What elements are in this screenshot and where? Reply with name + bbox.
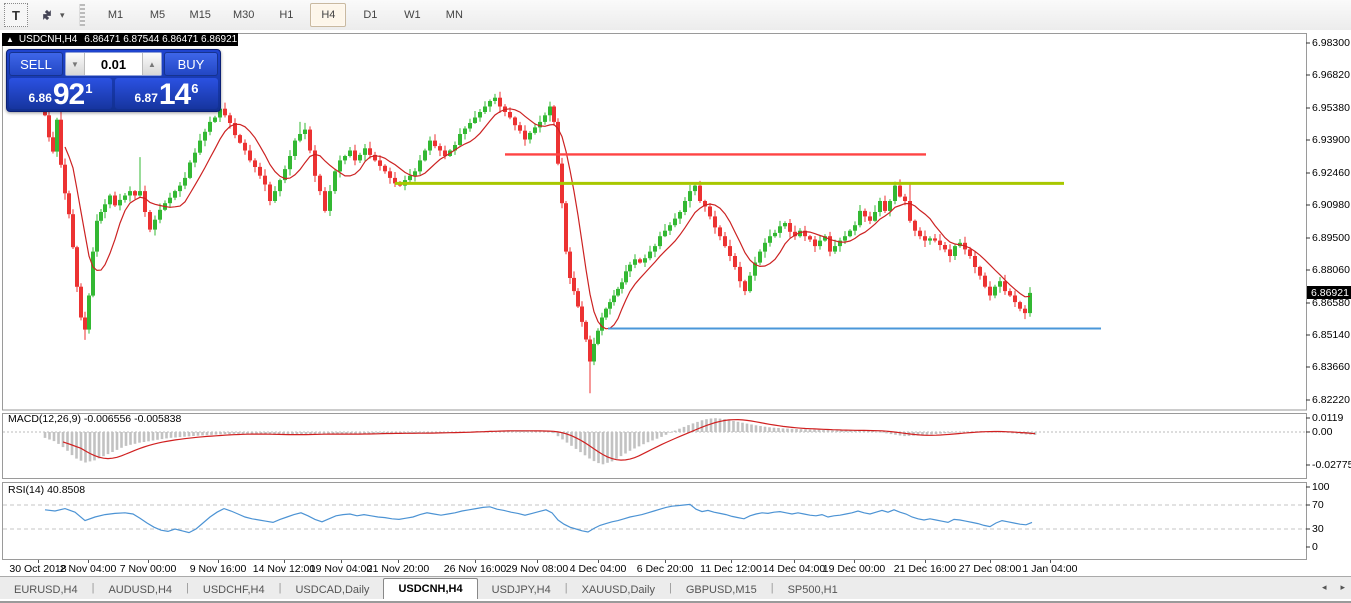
- sell-price-big: 92: [53, 82, 84, 108]
- text-label-tool-icon[interactable]: T: [4, 3, 28, 27]
- toolbar-grip-handle[interactable]: [79, 4, 85, 26]
- current-price-tag: 6.86921: [1307, 286, 1351, 299]
- order-arrows-icon[interactable]: [36, 4, 58, 26]
- tool-dropdown-caret-icon[interactable]: ▾: [60, 10, 65, 21]
- time-axis-label: 19 Nov 04:00: [310, 563, 372, 575]
- volume-value[interactable]: 0.01: [85, 53, 142, 75]
- sell-price-pipette: 1: [85, 81, 92, 96]
- time-axis-label: 14 Dec 04:00: [763, 563, 825, 575]
- volume-increment-button[interactable]: ▲: [142, 53, 161, 75]
- time-axis-label: 21 Nov 20:00: [367, 563, 429, 575]
- chart-tab-sp500-h1[interactable]: SP500,H1: [774, 580, 852, 599]
- top-toolbar: T ▾ M1M5M15M30H1H4D1W1MN: [0, 0, 1351, 31]
- chart-tab-usdcnh-h4[interactable]: USDCNH,H4: [383, 578, 477, 599]
- rsi-axis-tick: 100: [1312, 481, 1330, 493]
- mt4-window: T ▾ M1M5M15M30H1H4D1W1MN ▲ USDCNH,H4 6.8…: [0, 0, 1351, 603]
- time-axis-label: 9 Nov 16:00: [190, 563, 247, 575]
- timeframe-button-w1[interactable]: W1: [394, 3, 430, 27]
- time-axis: 30 Oct 20182 Nov 04:007 Nov 00:00 9 Nov 1…: [0, 560, 1351, 576]
- timeframe-button-m30[interactable]: M30: [225, 3, 262, 27]
- timeframe-button-m15[interactable]: M15: [182, 3, 219, 27]
- sell-button[interactable]: SELL: [9, 52, 63, 76]
- time-axis-label: 1 Jan 04:00: [1023, 563, 1078, 575]
- timeframe-toolbar: M1M5M15M30H1H4D1W1MN: [95, 3, 476, 27]
- time-axis-label: 6 Dec 20:00: [637, 563, 694, 575]
- price-axis-tick: 6.88060: [1312, 264, 1350, 276]
- chart-ohlc-values: 6.86471 6.87544 6.86471 6.86921: [84, 34, 237, 45]
- time-axis-label: 19 Dec 00:00: [823, 563, 885, 575]
- time-axis-label: 21 Dec 16:00: [894, 563, 956, 575]
- price-axis-tick: 6.96820: [1312, 69, 1350, 81]
- price-axis-tick: 6.98300: [1312, 37, 1350, 49]
- timeframe-button-d1[interactable]: D1: [352, 3, 388, 27]
- price-axis-tick: 6.89500: [1312, 232, 1350, 244]
- buy-quote-button[interactable]: 6.87 14 6: [115, 78, 218, 109]
- time-axis-label: 30 Oct 2018: [9, 563, 66, 575]
- tab-scroll-right-icon[interactable]: ▸: [1340, 582, 1345, 593]
- price-axis-tick: 6.83660: [1312, 361, 1350, 373]
- time-axis-label: 2 Nov 04:00: [60, 563, 117, 575]
- timeframe-button-m5[interactable]: M5: [140, 3, 176, 27]
- buy-price-prefix: 6.87: [135, 91, 158, 105]
- collapse-triangle-icon[interactable]: ▲: [6, 35, 14, 44]
- buy-button[interactable]: BUY: [164, 52, 218, 76]
- one-click-trading-panel: SELL ▼ 0.01 ▲ BUY 6.86 92 1 6.87 14 6: [6, 49, 221, 112]
- rsi-axis-tick: 0: [1312, 541, 1318, 553]
- timeframe-button-m1[interactable]: M1: [98, 3, 134, 27]
- price-axis-tick: 6.92460: [1312, 167, 1350, 179]
- time-axis-label: 26 Nov 16:00: [444, 563, 506, 575]
- macd-indicator-label: MACD(12,26,9) -0.006556 -0.005838: [8, 413, 181, 425]
- chart-symbol-title: USDCNH,H4: [19, 34, 77, 45]
- timeframe-button-h4[interactable]: H4: [310, 3, 346, 27]
- chart-tab-gbpusd-m15[interactable]: GBPUSD,M15: [672, 580, 771, 599]
- chart-tab-eurusd-h4[interactable]: EURUSD,H4: [0, 580, 92, 599]
- tab-scroll-arrows: ◂ ▸: [1322, 582, 1345, 593]
- macd-axis-tick: 0.00: [1312, 426, 1332, 438]
- tab-scroll-left-icon[interactable]: ◂: [1322, 582, 1327, 593]
- macd-axis-tick: 0.0119: [1312, 412, 1343, 424]
- time-axis-label: 27 Dec 08:00: [959, 563, 1021, 575]
- price-axis-tick: 6.95380: [1312, 102, 1350, 114]
- chart-tab-xauusd-daily[interactable]: XAUUSD,Daily: [568, 580, 669, 599]
- price-axis-tick: 6.90980: [1312, 199, 1350, 211]
- timeframe-button-h1[interactable]: H1: [268, 3, 304, 27]
- chart-window: ▲ USDCNH,H4 6.86471 6.87544 6.86471 6.86…: [0, 30, 1351, 560]
- chart-tab-bar: EURUSD,H4|AUDUSD,H4|USDCHF,H4|USDCAD,Dai…: [0, 576, 1351, 599]
- macd-axis-tick: -0.027754: [1312, 459, 1351, 471]
- time-axis-label: 14 Nov 12:00: [253, 563, 315, 575]
- price-axis-tick: 6.93900: [1312, 134, 1350, 146]
- sell-quote-button[interactable]: 6.86 92 1: [9, 78, 112, 109]
- rsi-axis-tick: 30: [1312, 523, 1324, 535]
- timeframe-button-mn[interactable]: MN: [436, 3, 472, 27]
- price-axis-tick: 6.85140: [1312, 329, 1350, 341]
- volume-stepper: ▼ 0.01 ▲: [65, 52, 162, 76]
- chart-tab-usdjpy-h4[interactable]: USDJPY,H4: [478, 580, 565, 599]
- price-axis-tick: 6.82220: [1312, 394, 1350, 406]
- sell-price-prefix: 6.86: [29, 91, 52, 105]
- volume-decrement-button[interactable]: ▼: [66, 53, 85, 75]
- time-axis-label: 7 Nov 00:00: [120, 563, 177, 575]
- time-axis-label: 11 Dec 12:00: [700, 563, 762, 575]
- chart-title-bar: ▲ USDCNH,H4 6.86471 6.87544 6.86471 6.86…: [2, 33, 238, 46]
- rsi-indicator-label: RSI(14) 40.8508: [8, 484, 85, 496]
- chart-tab-usdchf-h4[interactable]: USDCHF,H4: [189, 580, 279, 599]
- chart-tab-usdcad-daily[interactable]: USDCAD,Daily: [281, 580, 383, 599]
- time-axis-label: 29 Nov 08:00: [506, 563, 568, 575]
- time-axis-label: 4 Dec 04:00: [570, 563, 627, 575]
- chart-tab-audusd-h4[interactable]: AUDUSD,H4: [94, 580, 186, 599]
- buy-price-big: 14: [159, 82, 190, 108]
- rsi-axis-tick: 70: [1312, 499, 1324, 511]
- buy-price-pipette: 6: [191, 81, 198, 96]
